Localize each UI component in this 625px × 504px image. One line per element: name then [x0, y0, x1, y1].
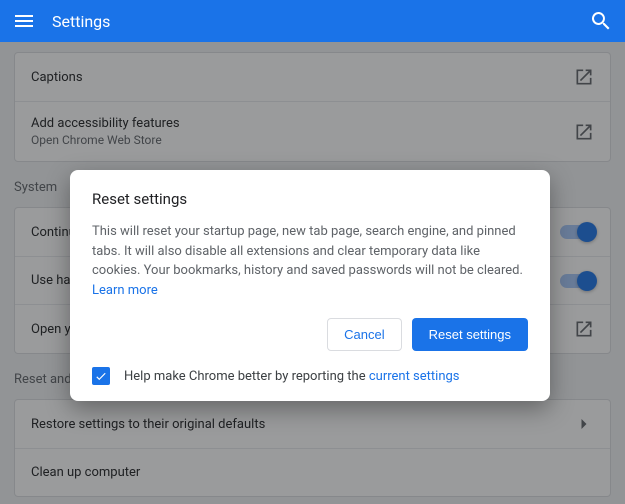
report-checkbox[interactable]	[92, 367, 110, 385]
dialog-body-text: This will reset your startup page, new t…	[92, 224, 523, 278]
report-pre: Help make Chrome better by reporting the	[124, 369, 369, 384]
dialog-body: This will reset your startup page, new t…	[92, 222, 528, 300]
report-text: Help make Chrome better by reporting the…	[124, 369, 460, 384]
reset-dialog: Reset settings This will reset your star…	[70, 170, 550, 401]
dialog-footer: Help make Chrome better by reporting the…	[92, 365, 528, 385]
app-header: Settings	[0, 0, 625, 42]
dialog-title: Reset settings	[92, 190, 528, 208]
cancel-button[interactable]: Cancel	[327, 318, 401, 351]
search-icon[interactable]	[589, 9, 613, 33]
dialog-actions: Cancel Reset settings	[92, 318, 528, 351]
menu-icon[interactable]	[12, 9, 36, 33]
page-title: Settings	[52, 12, 589, 31]
reset-settings-button[interactable]: Reset settings	[412, 318, 528, 351]
check-icon	[94, 369, 108, 383]
current-settings-link[interactable]: current settings	[369, 369, 460, 384]
learn-more-link[interactable]: Learn more	[92, 283, 158, 298]
